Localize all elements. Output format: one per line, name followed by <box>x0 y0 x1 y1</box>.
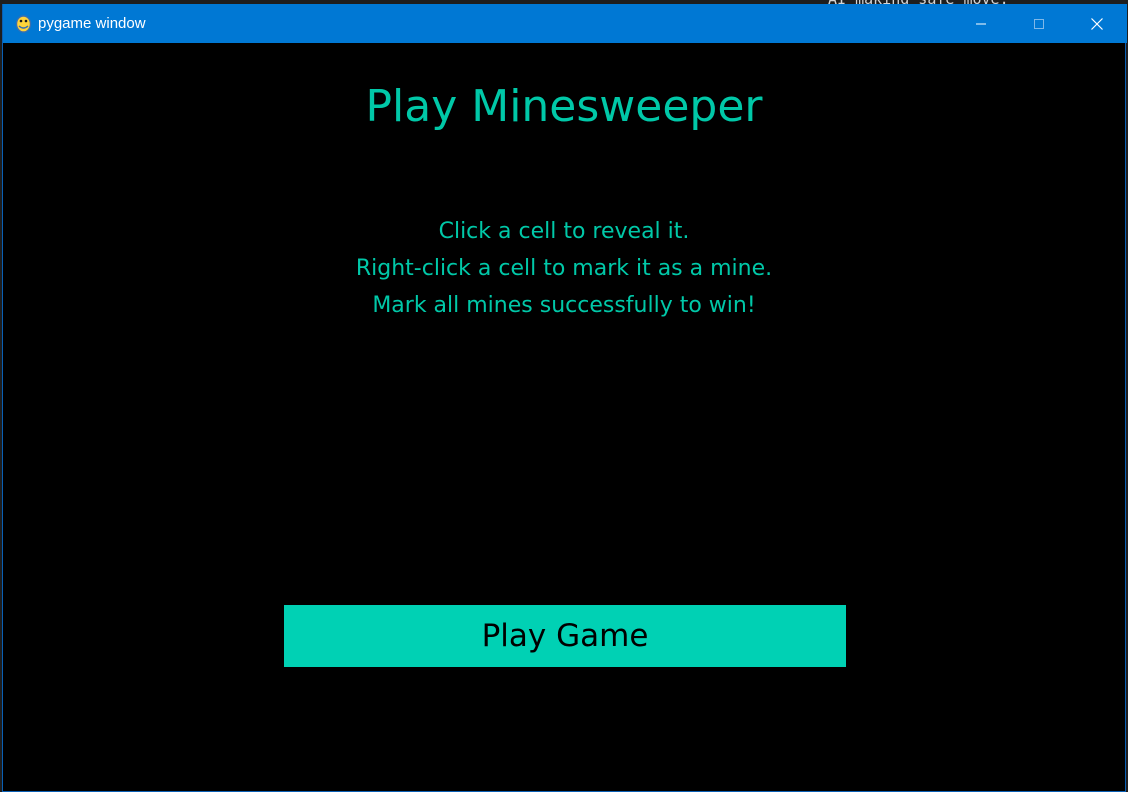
pygame-window: pygame window Play Minesweeper Click a c… <box>2 4 1127 792</box>
window-title: pygame window <box>38 15 146 32</box>
close-icon <box>1091 17 1103 30</box>
maximize-button[interactable] <box>1010 4 1068 43</box>
maximize-icon <box>1034 18 1044 29</box>
instruction-line: Mark all mines successfully to win! <box>372 293 756 318</box>
game-title: Play Minesweeper <box>365 81 763 132</box>
instruction-line: Right-click a cell to mark it as a mine. <box>355 256 773 281</box>
close-button[interactable] <box>1068 4 1126 43</box>
play-game-button[interactable]: Play Game <box>284 605 846 667</box>
minimize-icon <box>976 23 986 24</box>
instruction-line: Click a cell to reveal it. <box>438 219 690 244</box>
instructions: Click a cell to reveal it. Right-click a… <box>3 213 1125 324</box>
pygame-snake-icon <box>15 15 32 33</box>
game-canvas[interactable]: Play Minesweeper Click a cell to reveal … <box>3 43 1125 791</box>
minimize-button[interactable] <box>952 4 1010 43</box>
title-bar[interactable]: pygame window <box>3 4 1127 43</box>
